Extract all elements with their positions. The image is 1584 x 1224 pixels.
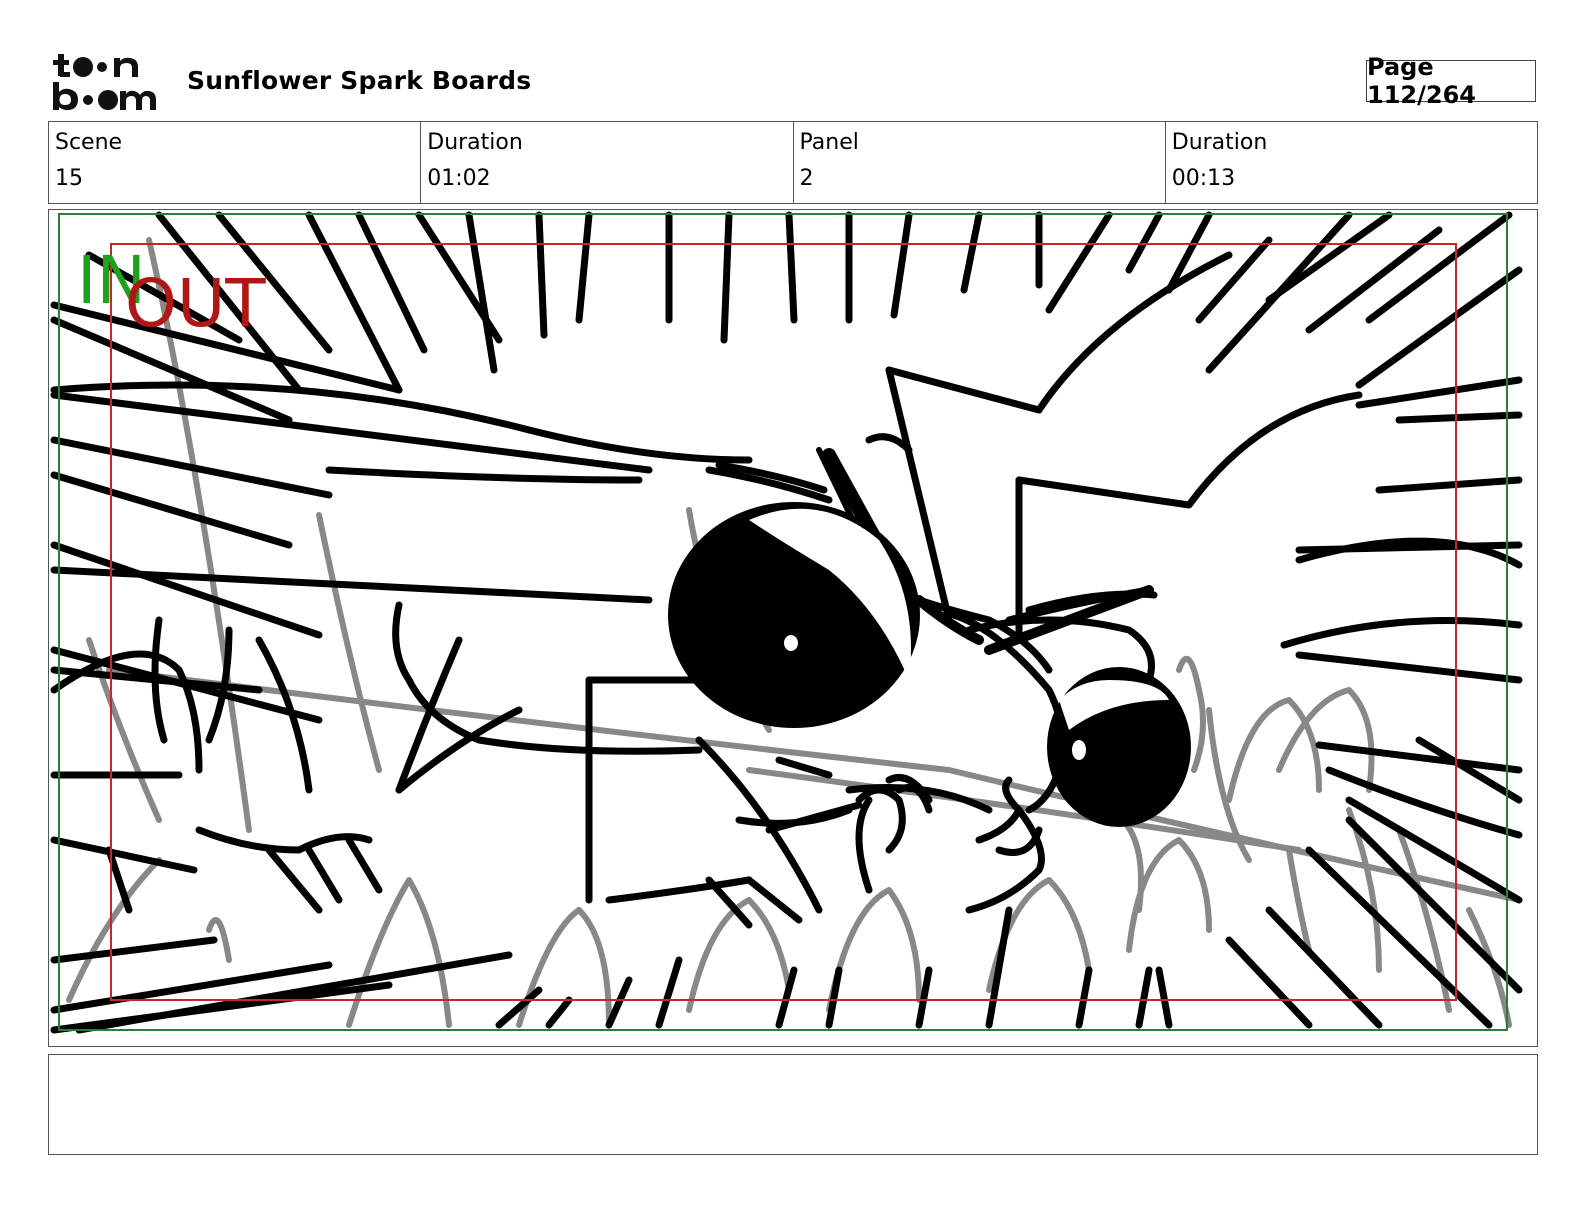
toon-boom-logo xyxy=(52,52,164,112)
panel-label: Panel xyxy=(799,130,859,155)
panel-sketch: IN OUT xyxy=(50,211,1523,1034)
scene-duration-label: Duration xyxy=(427,130,523,155)
storyboard-panel: IN OUT xyxy=(48,209,1538,1047)
panel-duration-label: Duration xyxy=(1171,130,1268,155)
scene-label: Scene xyxy=(55,130,123,155)
panel-cell: Panel 2 xyxy=(794,122,1166,203)
panel-value: 2 xyxy=(799,166,814,191)
panel-info-table: Scene 15 Duration 01:02 Panel 2 Duration… xyxy=(48,121,1538,204)
document-title: Sunflower Spark Boards xyxy=(187,66,532,95)
scene-duration-cell: Duration 01:02 xyxy=(421,122,794,203)
claw-hand-left xyxy=(50,616,383,914)
panel-duration-value: 00:13 xyxy=(1171,166,1236,191)
scene-cell: Scene 15 xyxy=(49,122,422,203)
panel-notes-text xyxy=(49,1055,1537,1071)
page-indicator: Page 112/264 xyxy=(1366,53,1536,109)
right-eye xyxy=(1047,667,1191,827)
panel-notes-box[interactable] xyxy=(48,1054,1538,1155)
out-marker: OUT xyxy=(125,265,266,342)
panel-duration-cell: Duration 00:13 xyxy=(1166,122,1537,203)
scene-value: 15 xyxy=(55,166,83,191)
scene-duration-value: 01:02 xyxy=(427,166,491,191)
left-eye xyxy=(668,502,920,728)
